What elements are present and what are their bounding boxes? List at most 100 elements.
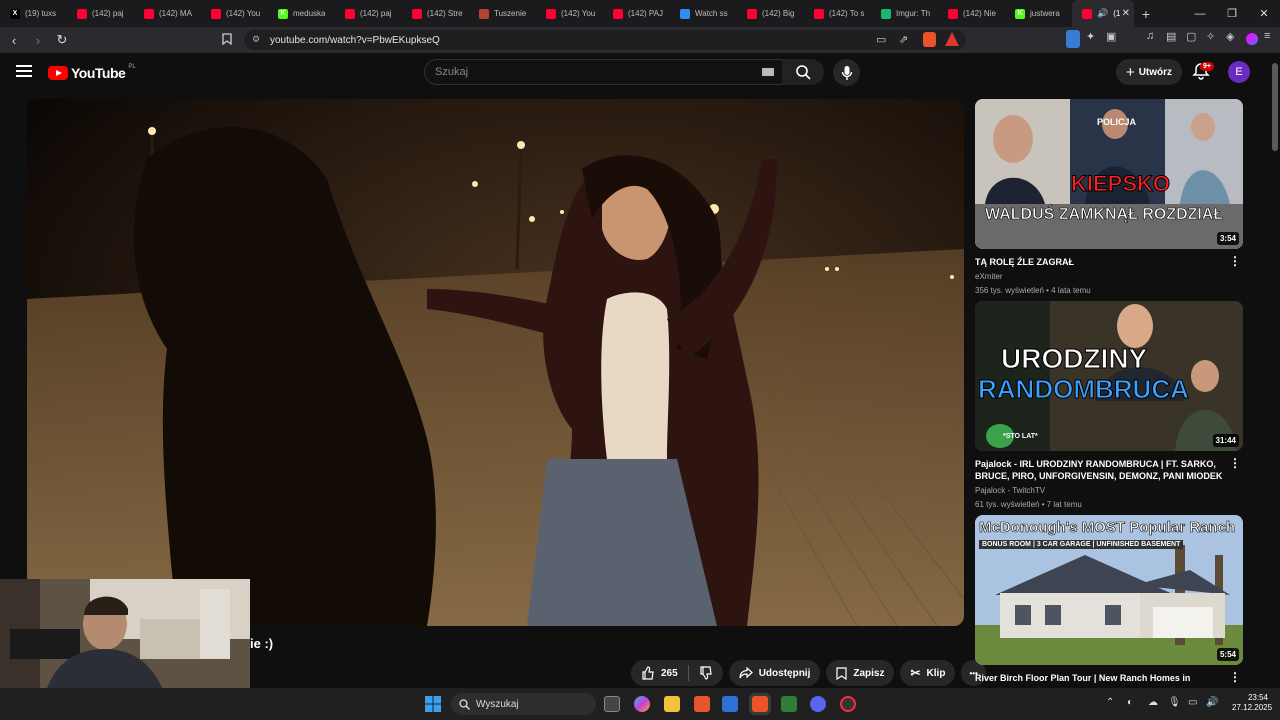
browser-tab[interactable]: (142) Nie xyxy=(938,0,1005,27)
volume-icon[interactable]: 🔊 xyxy=(1206,697,1218,708)
obs-icon[interactable] xyxy=(840,696,856,712)
close-window-button[interactable]: ✕ xyxy=(1248,0,1280,27)
reload-icon[interactable]: ↻ xyxy=(52,30,72,50)
share-arrow-icon xyxy=(739,667,753,679)
audio-playing-icon[interactable]: 🔊 xyxy=(1097,8,1108,19)
network-icon[interactable]: ▭ xyxy=(1188,697,1197,708)
voice-search-button[interactable] xyxy=(833,59,860,86)
minimize-button[interactable]: — xyxy=(1184,0,1216,27)
video-thumbnail[interactable]: KIEPSKO WALDUŚ ZAMKNĄŁ ROZDZIAŁ POLICJA … xyxy=(975,99,1243,249)
sidebar-icon[interactable]: ▤ xyxy=(1166,30,1180,48)
taskbar-search[interactable]: Wyszukaj xyxy=(451,693,596,715)
browser-tab[interactable]: (142) PAJ xyxy=(603,0,670,27)
task-view-icon[interactable] xyxy=(604,696,620,712)
thumbs-down-icon[interactable] xyxy=(699,666,713,680)
channel-name[interactable]: Pajalock - TwitchTV xyxy=(975,486,1243,496)
tray-icon[interactable]: ☁ xyxy=(1148,697,1158,708)
video-title[interactable]: River Birch Floor Plan Tour | New Ranch … xyxy=(975,672,1225,684)
browser-tab[interactable]: Imgur: Th xyxy=(871,0,938,27)
scrollbar-thumb[interactable] xyxy=(1272,63,1278,151)
browser-tab[interactable]: (142) You xyxy=(201,0,268,27)
video-thumbnail[interactable]: URODZINY RANDOMBRUCA *STO LAT* 31:44 xyxy=(975,301,1243,451)
close-tab-icon[interactable]: ✕ xyxy=(1122,8,1130,19)
app-icon[interactable] xyxy=(722,696,738,712)
profile-icon[interactable] xyxy=(1246,33,1258,45)
media-icon[interactable]: ♫ xyxy=(1146,30,1160,48)
keyboard-icon[interactable] xyxy=(762,68,774,76)
forward-icon[interactable]: › xyxy=(28,30,48,50)
tab-favicon-icon xyxy=(345,8,355,19)
brave-shield-icon[interactable] xyxy=(923,32,936,47)
thumbnail-art xyxy=(975,515,1243,665)
video-player[interactable] xyxy=(27,99,964,626)
create-button[interactable]: + Utwórz xyxy=(1116,59,1182,85)
thumbnail-subtitle-text: WALDUŚ ZAMKNĄŁ ROZDZIAŁ xyxy=(985,206,1224,224)
browser-tab[interactable]: X (19) tuxs xyxy=(0,0,67,27)
clip-button[interactable]: ✂ Klip xyxy=(900,660,956,686)
address-bar[interactable]: ⚙ youtube.com/watch?v=PbwEKupkseQ xyxy=(244,30,966,50)
video-menu-icon[interactable]: ⋮ xyxy=(1229,670,1241,684)
like-count[interactable]: 265 xyxy=(661,668,678,679)
browser-tab[interactable]: (142) Stre xyxy=(402,0,469,27)
puzzle-icon[interactable]: ✦ xyxy=(1086,30,1100,48)
tab-favicon-icon xyxy=(747,8,757,19)
copilot-icon[interactable] xyxy=(634,696,650,712)
share-button[interactable]: Udostępnij xyxy=(728,660,821,686)
browser-tab[interactable]: (142) Big xyxy=(737,0,804,27)
file-explorer-icon[interactable] xyxy=(664,696,680,712)
tray-overflow-icon[interactable]: ⌃ xyxy=(1106,697,1114,708)
save-button[interactable]: Zapisz xyxy=(826,660,895,686)
vpn-icon[interactable]: ◈ xyxy=(1226,30,1240,48)
microphone-tray-icon[interactable]: 🎙 xyxy=(1168,697,1181,708)
youtube-logo[interactable]: YouTube PL xyxy=(48,64,136,81)
video-title[interactable]: TĄ ROLĘ ŹLE ZAGRAŁ xyxy=(975,256,1225,268)
menu-icon[interactable]: ≡ xyxy=(1264,30,1278,48)
wallet-icon[interactable]: ▢ xyxy=(1186,30,1200,48)
screenshot-icon[interactable]: ▣ xyxy=(1106,30,1120,48)
extension-icon[interactable] xyxy=(1066,30,1080,48)
site-info-icon[interactable]: ⚙ xyxy=(252,34,260,45)
active-browser-tab[interactable]: 🔊 (1 ✕ xyxy=(1072,0,1134,27)
leo-icon[interactable]: ✧ xyxy=(1206,30,1220,48)
browser-tab[interactable]: (142) paj xyxy=(67,0,134,27)
excel-like-icon[interactable] xyxy=(781,696,797,712)
browser-tab[interactable]: (142) paj xyxy=(335,0,402,27)
cast-icon[interactable]: ▭ xyxy=(876,33,886,46)
browser-tab[interactable]: Tuszenie xyxy=(469,0,536,27)
account-avatar[interactable]: E xyxy=(1228,61,1250,83)
page-scrollbar[interactable] xyxy=(1270,53,1280,688)
hamburger-menu-icon[interactable] xyxy=(16,65,32,77)
brave-active-icon[interactable] xyxy=(752,696,768,712)
video-actions: 265 Udostępnij Zapisz ✂ Klip ••• xyxy=(631,660,986,686)
video-thumbnail[interactable]: McDonough's MOST Popular Ranch BONUS ROO… xyxy=(975,515,1243,665)
channel-name[interactable]: eXmiter xyxy=(975,272,1243,282)
tray-icon[interactable]: ◐ xyxy=(1127,697,1133,708)
maximize-button[interactable]: ❐ xyxy=(1216,0,1248,27)
system-clock[interactable]: 23:54 27.12.2025 xyxy=(1232,693,1272,713)
browser-tab[interactable]: (142) To s xyxy=(804,0,871,27)
browser-tab[interactable]: Watch ss xyxy=(670,0,737,27)
tab-label: (142) You xyxy=(561,9,596,18)
discord-icon[interactable] xyxy=(810,696,826,712)
recommended-video[interactable]: URODZINY RANDOMBRUCA *STO LAT* 31:44 Paj… xyxy=(975,301,1243,510)
search-button[interactable] xyxy=(782,59,824,85)
recommended-video[interactable]: McDonough's MOST Popular Ranch BONUS ROO… xyxy=(975,515,1243,684)
video-menu-icon[interactable]: ⋮ xyxy=(1229,456,1241,470)
browser-tab[interactable]: Kmeduska xyxy=(268,0,335,27)
browser-tab[interactable]: (142) You xyxy=(536,0,603,27)
back-icon[interactable]: ‹ xyxy=(4,30,24,50)
thumbs-up-icon[interactable] xyxy=(641,666,655,680)
windows-start-icon[interactable] xyxy=(425,696,441,712)
share-icon[interactable]: ⇗ xyxy=(899,33,908,46)
recommended-video[interactable]: KIEPSKO WALDUŚ ZAMKNĄŁ ROZDZIAŁ POLICJA … xyxy=(975,99,1243,296)
new-tab-button[interactable]: + xyxy=(1134,0,1158,27)
video-menu-icon[interactable]: ⋮ xyxy=(1229,254,1241,268)
tab-favicon-icon: K xyxy=(278,8,288,19)
brave-browser-icon[interactable] xyxy=(694,696,710,712)
search-icon xyxy=(796,65,811,80)
browser-tab[interactable]: Kjustwera xyxy=(1005,0,1072,27)
bookmark-icon[interactable] xyxy=(222,33,232,48)
browser-tab[interactable]: (142) MA xyxy=(134,0,201,27)
search-input[interactable]: Szukaj xyxy=(424,59,784,85)
video-title[interactable]: Pajalock - IRL URODZINY RANDOMBRUCA | FT… xyxy=(975,458,1225,482)
